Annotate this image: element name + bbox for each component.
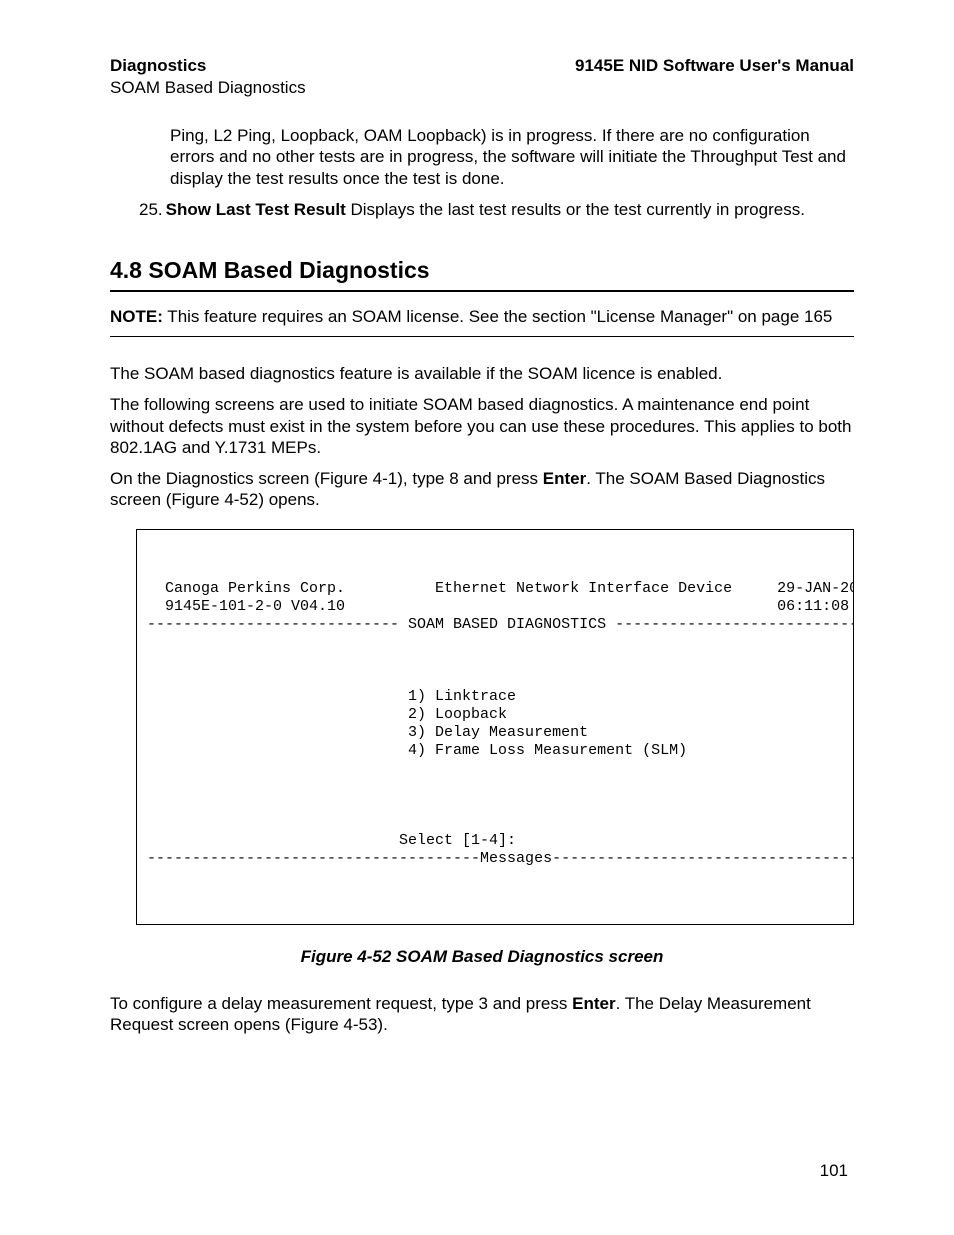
term-line-1: Canoga Perkins Corp. Ethernet Network In… (147, 580, 854, 597)
term-opt-4: 4) Frame Loss Measurement (SLM) (147, 742, 687, 759)
para4-enter: Enter (572, 994, 615, 1013)
page-header: Diagnostics 9145E NID Software User's Ma… (110, 55, 854, 77)
paragraph-3: On the Diagnostics screen (Figure 4-1), … (110, 468, 854, 511)
note-rule (110, 336, 854, 337)
note-text: This feature requires an SOAM license. S… (163, 307, 832, 326)
section-heading-4-8: 4.8 SOAM Based Diagnostics (110, 257, 854, 284)
paragraph-2: The following screens are used to initia… (110, 394, 854, 458)
figure-caption-4-52: Figure 4-52 SOAM Based Diagnostics scree… (110, 947, 854, 967)
step-description: Displays the last test results or the te… (346, 200, 805, 219)
page-number: 101 (820, 1161, 848, 1181)
para3-enter: Enter (543, 469, 586, 488)
header-manual-title: 9145E NID Software User's Manual (575, 55, 854, 77)
step-25: 25.Show Last Test Result Displays the la… (139, 199, 854, 221)
paragraph-4: To configure a delay measurement request… (110, 993, 854, 1036)
step-title: Show Last Test Result (166, 200, 346, 219)
continuation-paragraph: Ping, L2 Ping, Loopback, OAM Loopback) i… (170, 125, 854, 189)
para3-a: On the Diagnostics screen (Figure 4-1), … (110, 469, 543, 488)
term-select: Select [1-4]: (147, 832, 516, 849)
note-label: NOTE: (110, 307, 163, 326)
heading-rule (110, 290, 854, 292)
terminal-content: Canoga Perkins Corp. Ethernet Network In… (137, 580, 853, 868)
term-opt-3: 3) Delay Measurement (147, 724, 588, 741)
page: Diagnostics 9145E NID Software User's Ma… (0, 0, 954, 1235)
term-opt-1: 1) Linktrace (147, 688, 516, 705)
header-section-title: Diagnostics (110, 55, 206, 77)
term-opt-2: 2) Loopback (147, 706, 507, 723)
paragraph-1: The SOAM based diagnostics feature is av… (110, 363, 854, 384)
term-line-2: 9145E-101-2-0 V04.10 06:11:08 (147, 598, 849, 615)
term-line-3: ---------------------------- SOAM BASED … (147, 616, 854, 633)
para4-a: To configure a delay measurement request… (110, 994, 572, 1013)
note-block: NOTE: This feature requires an SOAM lice… (110, 306, 854, 328)
terminal-screenshot: Canoga Perkins Corp. Ethernet Network In… (136, 529, 854, 925)
header-subsection: SOAM Based Diagnostics (110, 78, 854, 98)
step-number: 25. (139, 200, 163, 219)
term-messages: -------------------------------------Mes… (147, 850, 854, 867)
